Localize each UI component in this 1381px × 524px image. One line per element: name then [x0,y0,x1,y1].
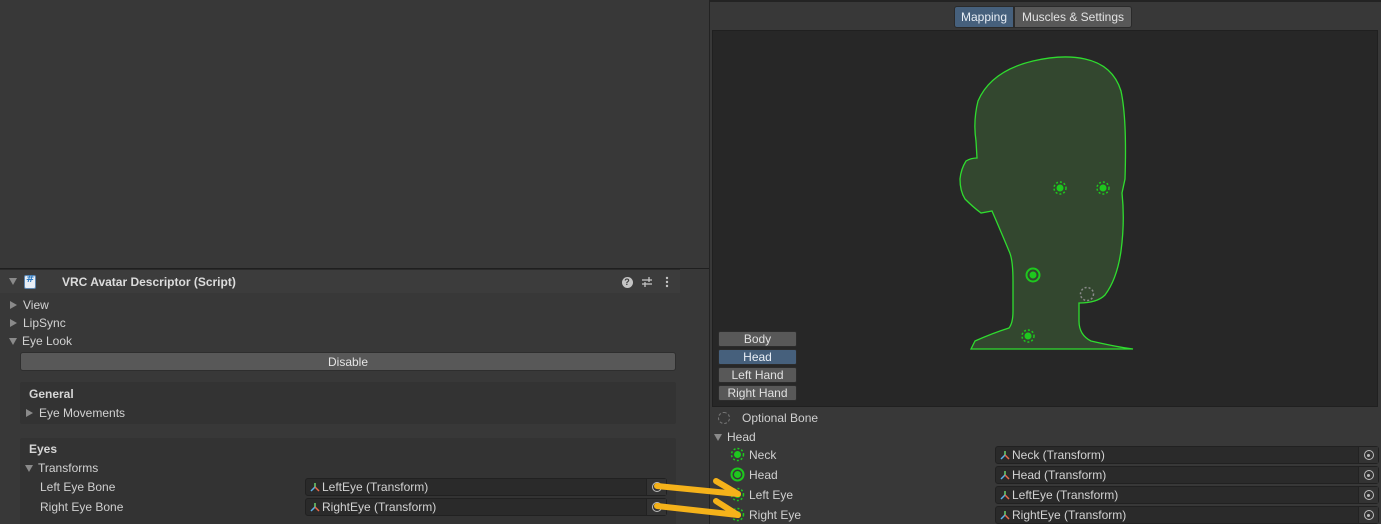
bone-row-left-eye: Left Eye LeftEye (Transform) [710,485,1381,505]
transform-icon [1000,471,1010,480]
foldout-eye-movements[interactable]: Eye Movements [24,404,125,422]
object-picker-icon [1363,490,1374,500]
right-eye-bone-label: Right Eye Bone [40,500,124,514]
field-value: Head (Transform) [1012,468,1107,482]
left-eye-transform-field[interactable]: LeftEye (Transform) [995,486,1379,504]
transform-icon [1000,491,1010,500]
component-header[interactable]: VRC Avatar Descriptor (Script) ? [0,269,680,293]
field-value: Neck (Transform) [1012,448,1105,462]
required-bone-mapped-icon [730,467,745,482]
scene-view-empty-area [0,0,709,268]
object-picker-button[interactable] [646,499,666,515]
eyes-section: Eyes Transforms Left Eye Bone LeftEye (T… [20,438,676,524]
bone-label: Neck [749,448,777,462]
transform-icon [310,483,320,492]
collapse-arrow-icon[interactable] [9,278,17,285]
object-picker-icon [1363,510,1374,520]
body-part-right-hand-button[interactable]: Right Hand [718,385,797,401]
field-value: RightEye (Transform) [1012,508,1127,522]
foldout-head-group[interactable]: Head [713,429,756,445]
right-eye-bone-field[interactable]: RightEye (Transform) [305,498,667,516]
object-picker-button[interactable] [1358,447,1378,463]
expand-arrow-icon [10,319,17,327]
head-transform-field[interactable]: Head (Transform) [995,466,1379,484]
kebab-menu-icon[interactable] [660,275,674,289]
bone-row-head: Head Head (Transform) [710,465,1381,485]
transform-icon [1000,511,1010,520]
optional-bone-icon [718,412,730,424]
bone-label: Right Eye [749,508,802,522]
avatar-tabbar: Mapping Muscles & Settings [710,0,1381,29]
optional-bone-mapped-icon [730,487,745,502]
foldout-transforms[interactable]: Transforms [24,459,98,477]
body-part-head-button[interactable]: Head [718,349,797,365]
component-title: VRC Avatar Descriptor (Script) [62,275,236,289]
head-diagram [959,56,1134,350]
object-picker-button[interactable] [1358,487,1378,503]
foldout-eye-look[interactable]: Eye Look [8,332,72,350]
object-picker-button[interactable] [1358,467,1378,483]
collapse-arrow-icon [9,337,17,345]
object-picker-button[interactable] [1358,507,1378,523]
foldout-label: Eye Movements [39,406,126,420]
optional-bone-mapped-icon [730,507,745,522]
preset-icon[interactable] [640,275,654,289]
object-picker-icon [651,502,662,512]
help-icon[interactable]: ? [620,275,634,289]
tab-muscles-settings[interactable]: Muscles & Settings [1014,6,1132,28]
optional-bone-mapped-icon [730,447,745,462]
bone-mapping-list: Optional Bone Head Neck Neck (Transform)… [710,407,1381,524]
field-value: LeftEye (Transform) [322,480,429,494]
foldout-label: View [23,298,49,312]
bone-label: Head [749,468,778,482]
object-picker-button[interactable] [646,479,666,495]
tab-mapping[interactable]: Mapping [954,6,1014,28]
neck-transform-field[interactable]: Neck (Transform) [995,446,1379,464]
collapse-arrow-icon [714,433,722,441]
bone-label: Left Eye [749,488,794,502]
expand-arrow-icon [26,409,33,417]
legend-label: Optional Bone [742,411,819,425]
general-section: General Eye Movements [20,382,676,424]
disable-button[interactable]: Disable [20,352,676,371]
body-part-selector: Body Head Left Hand Right Hand [718,331,798,403]
object-picker-icon [1363,470,1374,480]
object-picker-icon [1363,450,1374,460]
foldout-view[interactable]: View [8,296,49,314]
expand-arrow-icon [10,301,17,309]
foldout-label: Eye Look [22,334,73,348]
csharp-script-icon [24,274,36,289]
general-title: General [29,387,74,401]
foldout-label: LipSync [23,316,66,330]
head-silhouette [959,56,1134,350]
collapse-arrow-icon [25,464,33,472]
left-eye-bone-label: Left Eye Bone [40,480,116,494]
avatar-mapping-viewport: Body Head Left Hand Right Hand [712,30,1378,407]
bone-row-right-eye: Right Eye RightEye (Transform) [710,505,1381,524]
body-part-body-button[interactable]: Body [718,331,797,347]
left-eye-bone-field[interactable]: LeftEye (Transform) [305,478,667,496]
field-value: RightEye (Transform) [322,500,437,514]
field-value: LeftEye (Transform) [1012,488,1119,502]
inspector-panel: VRC Avatar Descriptor (Script) ? View Li… [0,268,709,524]
transform-icon [310,503,320,512]
group-label: Head [727,430,756,444]
right-eye-transform-field[interactable]: RightEye (Transform) [995,506,1379,524]
optional-bone-legend: Optional Bone [718,410,818,426]
foldout-label: Transforms [38,461,99,475]
foldout-lipsync[interactable]: LipSync [8,314,66,332]
eyes-title: Eyes [29,442,58,456]
bone-row-neck: Neck Neck (Transform) [710,445,1381,465]
body-part-left-hand-button[interactable]: Left Hand [718,367,797,383]
avatar-configuration-panel: Mapping Muscles & Settings Body Head Lef… [709,0,1381,524]
object-picker-icon [651,482,662,492]
transform-icon [1000,451,1010,460]
